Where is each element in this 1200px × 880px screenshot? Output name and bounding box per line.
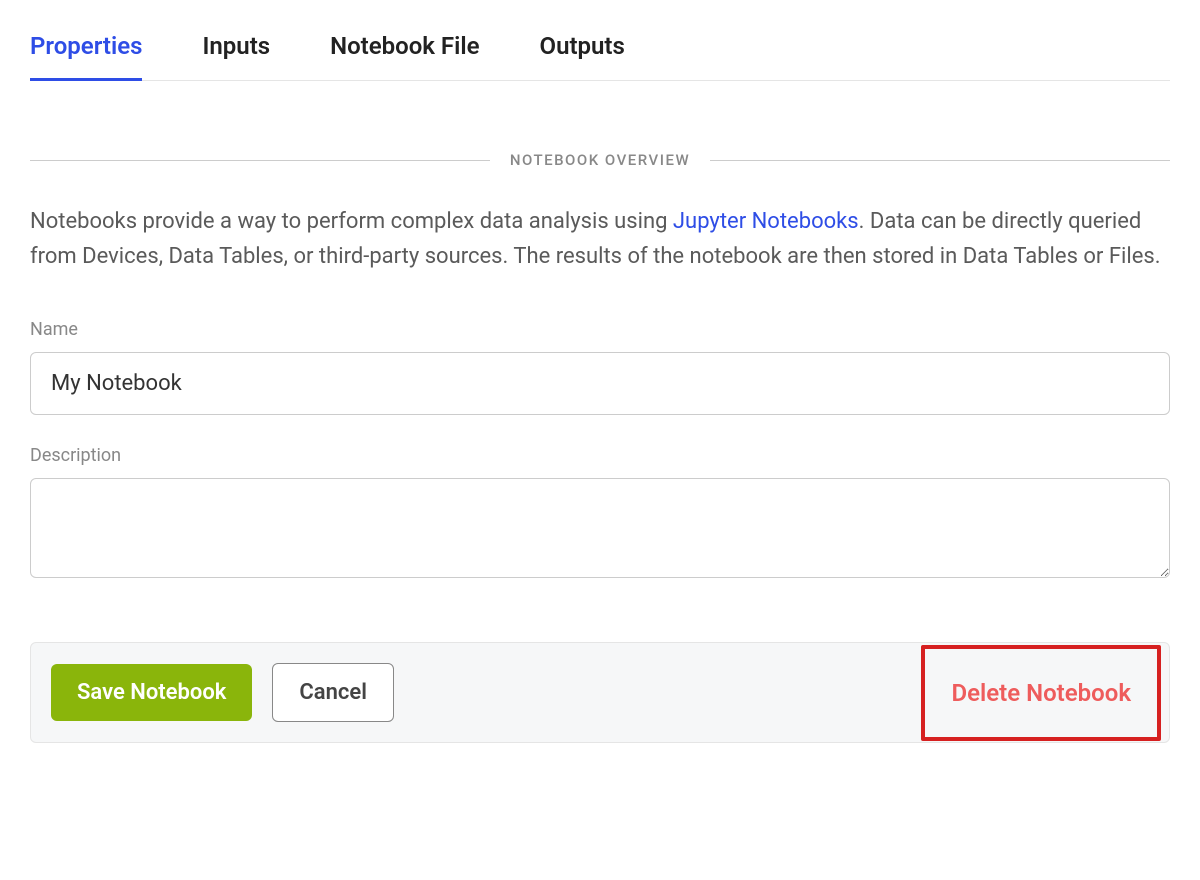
description-label: Description bbox=[30, 445, 1170, 466]
overview-part1: Notebooks provide a way to perform compl… bbox=[30, 209, 673, 234]
description-field-group: Description bbox=[30, 445, 1170, 582]
tab-inputs[interactable]: Inputs bbox=[202, 20, 270, 80]
overview-text: Notebooks provide a way to perform compl… bbox=[30, 204, 1170, 274]
tab-outputs[interactable]: Outputs bbox=[540, 20, 625, 80]
name-field-group: Name bbox=[30, 319, 1170, 415]
tab-notebook-file[interactable]: Notebook File bbox=[330, 20, 479, 80]
cancel-button[interactable]: Cancel bbox=[272, 663, 394, 722]
name-input[interactable] bbox=[30, 352, 1170, 415]
save-button[interactable]: Save Notebook bbox=[51, 664, 252, 721]
description-input[interactable] bbox=[30, 478, 1170, 578]
action-bar: Save Notebook Cancel Delete Notebook bbox=[30, 642, 1170, 743]
tab-properties[interactable]: Properties bbox=[30, 20, 142, 80]
section-divider: NOTEBOOK OVERVIEW bbox=[30, 151, 1170, 169]
section-title: NOTEBOOK OVERVIEW bbox=[510, 151, 690, 169]
jupyter-notebooks-link[interactable]: Jupyter Notebooks bbox=[673, 209, 859, 234]
delete-highlight-box: Delete Notebook bbox=[921, 645, 1161, 741]
delete-button[interactable]: Delete Notebook bbox=[951, 679, 1131, 707]
name-label: Name bbox=[30, 319, 1170, 340]
tab-bar: Properties Inputs Notebook File Outputs bbox=[30, 20, 1170, 81]
